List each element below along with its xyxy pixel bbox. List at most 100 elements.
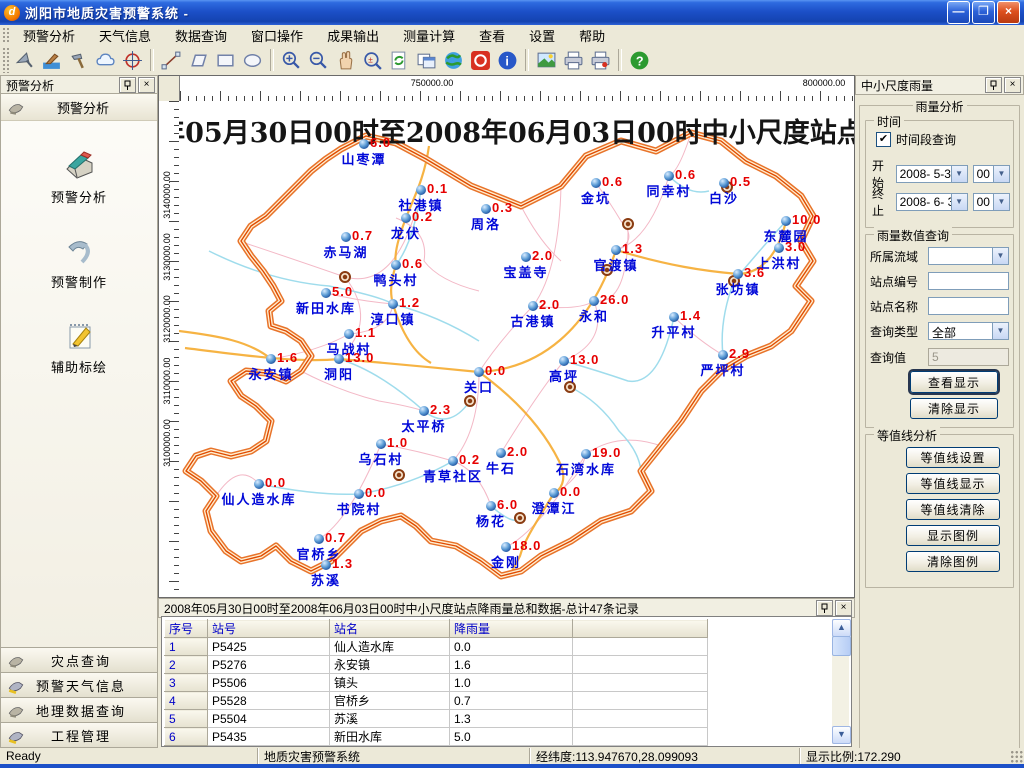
table-scrollbar[interactable]: ▲ ▼ <box>832 619 849 744</box>
station-dot-icon[interactable] <box>496 448 506 458</box>
station-dot-icon[interactable] <box>314 534 324 544</box>
help-icon[interactable]: ? <box>627 48 652 73</box>
menu-item-1[interactable]: 天气信息 <box>87 24 163 47</box>
menu-item-2[interactable]: 数据查询 <box>163 24 239 47</box>
station-dot-icon[interactable] <box>559 356 569 366</box>
table-row[interactable]: 2P5276永安镇1.6 <box>165 656 708 674</box>
menu-item-6[interactable]: 查看 <box>467 24 517 47</box>
time-range-checkbox[interactable]: ✔ <box>876 132 891 147</box>
menu-item-8[interactable]: 帮助 <box>567 24 617 47</box>
query-type-combo[interactable]: 全部▼ <box>928 322 1009 340</box>
column-header-降雨量[interactable]: 降雨量 <box>450 620 573 638</box>
scroll-down-icon[interactable]: ▼ <box>832 726 851 744</box>
table-row[interactable]: 4P5528官桥乡0.7 <box>165 692 708 710</box>
sidebar-item-预警分析[interactable]: 预警分析 <box>1 147 157 206</box>
station-dot-icon[interactable] <box>401 213 411 223</box>
menu-item-7[interactable]: 设置 <box>517 24 567 47</box>
column-header-序号[interactable]: 序号 <box>165 620 208 638</box>
station-dot-icon[interactable] <box>334 354 344 364</box>
menu-item-5[interactable]: 测量计算 <box>391 24 467 47</box>
minimize-button[interactable]: — <box>947 1 970 24</box>
station-dot-icon[interactable] <box>388 299 398 309</box>
station-dot-icon[interactable] <box>719 178 729 188</box>
pan-hand-icon[interactable] <box>333 48 358 73</box>
station-dot-icon[interactable] <box>254 479 264 489</box>
station-dot-icon[interactable] <box>341 232 351 242</box>
station-dot-icon[interactable] <box>664 171 674 181</box>
station-dot-icon[interactable] <box>774 243 784 253</box>
target-locate-icon[interactable] <box>120 48 145 73</box>
station-dot-icon[interactable] <box>321 560 331 570</box>
column-header-站号[interactable]: 站号 <box>208 620 330 638</box>
station-dot-icon[interactable] <box>589 296 599 306</box>
station-name-input[interactable] <box>928 297 1009 315</box>
station-dot-icon[interactable] <box>486 501 496 511</box>
cloud-weather-icon[interactable] <box>93 48 118 73</box>
zoom-out-icon[interactable] <box>306 48 331 73</box>
table-row[interactable]: 6P5435新田水库5.0 <box>165 728 708 746</box>
station-dot-icon[interactable] <box>266 354 276 364</box>
station-dot-icon[interactable] <box>416 185 426 195</box>
station-dot-icon[interactable] <box>321 288 331 298</box>
contour-button-等值线清除[interactable]: 等值线清除 <box>906 499 1000 520</box>
cascade-windows-icon[interactable] <box>414 48 439 73</box>
restore-button[interactable]: ❐ <box>972 1 995 24</box>
sidebar-bar-地理数据查询[interactable]: 地理数据查询 <box>0 697 158 722</box>
info-icon[interactable]: i <box>495 48 520 73</box>
close-button[interactable]: × <box>997 1 1020 24</box>
station-id-input[interactable] <box>928 272 1009 290</box>
station-dot-icon[interactable] <box>781 216 791 226</box>
chevron-down-icon[interactable]: ▼ <box>951 194 967 210</box>
toolbar-grip[interactable] <box>2 47 9 73</box>
warn-analysis-icon[interactable] <box>12 48 37 73</box>
basin-combo[interactable]: ▼ <box>928 247 1009 265</box>
water-query-icon[interactable] <box>39 48 64 73</box>
menu-item-0[interactable]: 预警分析 <box>11 24 87 47</box>
station-dot-icon[interactable] <box>718 350 728 360</box>
pin-icon[interactable] <box>816 600 833 616</box>
menu-grip[interactable] <box>2 27 9 43</box>
station-dot-icon[interactable] <box>391 260 401 270</box>
scroll-thumb[interactable] <box>832 636 851 656</box>
station-dot-icon[interactable] <box>344 329 354 339</box>
station-dot-icon[interactable] <box>474 367 484 377</box>
station-dot-icon[interactable] <box>501 542 511 552</box>
close-icon[interactable]: × <box>835 600 852 616</box>
chevron-down-icon[interactable]: ▼ <box>993 166 1009 182</box>
chevron-down-icon[interactable]: ▼ <box>993 194 1009 210</box>
print-preview-icon[interactable] <box>588 48 613 73</box>
menu-item-4[interactable]: 成果输出 <box>315 24 391 47</box>
column-header-站名[interactable]: 站名 <box>330 620 450 638</box>
station-dot-icon[interactable] <box>481 204 491 214</box>
station-dot-icon[interactable] <box>354 489 364 499</box>
station-dot-icon[interactable] <box>419 406 429 416</box>
clear-display-button[interactable]: 清除显示 <box>910 398 998 419</box>
rectangle-tool-icon[interactable] <box>213 48 238 73</box>
map-canvas[interactable]: 2008年05月30日00时至2008年06月03日00时中小尺度站点降雨量 6… <box>179 101 854 597</box>
scroll-up-icon[interactable]: ▲ <box>832 619 851 637</box>
ellipse-tool-icon[interactable] <box>240 48 265 73</box>
sidebar-item-辅助标绘[interactable]: 辅助标绘 <box>1 317 157 376</box>
hammer-tool-icon[interactable] <box>66 48 91 73</box>
table-row[interactable]: 1P5425仙人造水库0.0 <box>165 638 708 656</box>
chevron-down-icon[interactable]: ▼ <box>951 166 967 182</box>
sidebar-item-预警制作[interactable]: 预警制作 <box>1 232 157 291</box>
close-icon[interactable]: × <box>1004 77 1021 93</box>
polygon-tool-icon[interactable] <box>186 48 211 73</box>
station-dot-icon[interactable] <box>549 488 559 498</box>
left-panel-group-header[interactable]: 预警分析 <box>1 94 157 121</box>
station-dot-icon[interactable] <box>521 252 531 262</box>
chevron-down-icon[interactable]: ▼ <box>992 248 1008 264</box>
line-tool-icon[interactable] <box>159 48 184 73</box>
station-dot-icon[interactable] <box>359 139 369 149</box>
station-dot-icon[interactable] <box>669 312 679 322</box>
print-icon[interactable] <box>561 48 586 73</box>
contour-button-显示图例[interactable]: 显示图例 <box>906 525 1000 546</box>
zoom-extent-icon[interactable]: ± <box>360 48 385 73</box>
start-hour-combo[interactable]: 00▼ <box>973 165 1010 183</box>
table-row[interactable]: 5P5504苏溪1.3 <box>165 710 708 728</box>
contour-button-等值线显示[interactable]: 等值线显示 <box>906 473 1000 494</box>
table-row[interactable]: 3P5506镇头1.0 <box>165 674 708 692</box>
station-dot-icon[interactable] <box>528 301 538 311</box>
close-icon[interactable]: × <box>138 77 155 93</box>
